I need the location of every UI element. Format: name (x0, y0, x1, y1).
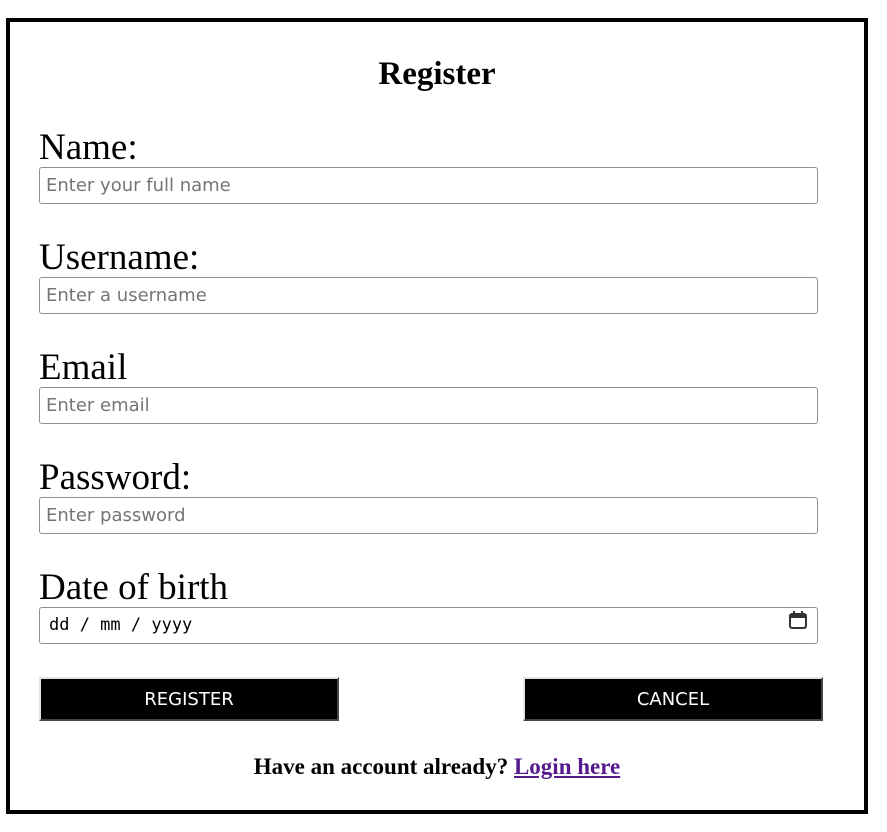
email-label: Email (39, 347, 128, 388)
page-title: Register (378, 56, 496, 92)
password-input[interactable] (39, 497, 818, 534)
email-input[interactable] (39, 387, 818, 424)
name-input[interactable] (39, 167, 818, 204)
login-link[interactable]: Login here (514, 754, 620, 779)
register-form: Register Name: Username: Email Password:… (6, 18, 868, 814)
footer-text: Have an account already? (253, 754, 509, 779)
footer: Have an account already? Login here (10, 754, 864, 780)
register-button[interactable]: REGISTER (39, 677, 339, 721)
password-label: Password: (39, 457, 192, 498)
calendar-icon[interactable] (788, 608, 808, 643)
dob-input[interactable]: dd / mm / yyyy (39, 607, 818, 644)
dob-placeholder: dd / mm / yyyy (49, 615, 193, 635)
cancel-button[interactable]: CANCEL (523, 677, 823, 721)
name-label: Name: (39, 127, 138, 168)
username-label: Username: (39, 237, 200, 278)
dob-label: Date of birth (39, 567, 229, 608)
username-input[interactable] (39, 277, 818, 314)
